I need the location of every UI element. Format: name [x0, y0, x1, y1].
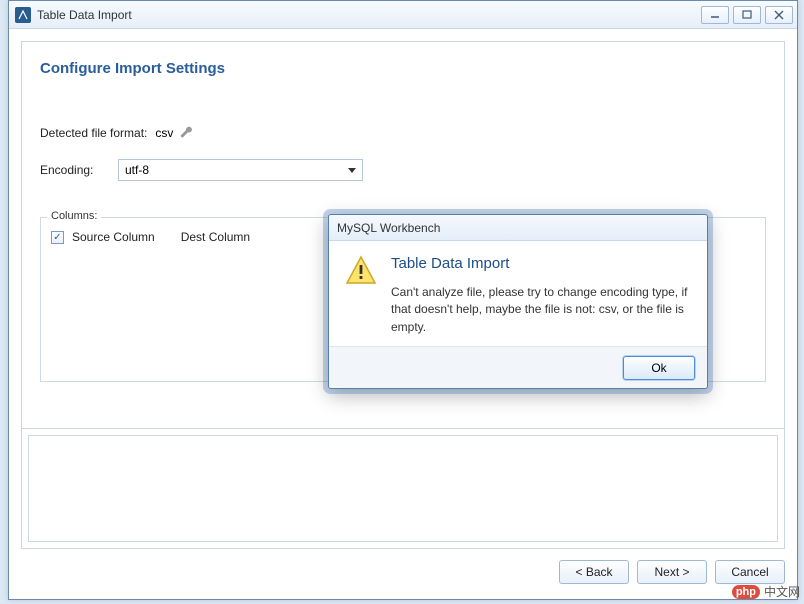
dialog-message: Can't analyze file, please try to change… — [391, 284, 691, 336]
window-title: Table Data Import — [37, 8, 701, 22]
app-icon — [15, 7, 31, 23]
next-button[interactable]: Next > — [637, 560, 707, 584]
encoding-select[interactable]: utf-8 — [118, 159, 363, 181]
maximize-button[interactable] — [733, 6, 761, 24]
encoding-value: utf-8 — [125, 163, 149, 177]
dialog-text: Table Data Import Can't analyze file, pl… — [391, 255, 691, 336]
dialog-title: MySQL Workbench — [337, 221, 440, 235]
watermark: php 中文网 — [732, 583, 800, 600]
back-button[interactable]: < Back — [559, 560, 629, 584]
page-heading: Configure Import Settings — [22, 42, 784, 77]
maximize-icon — [742, 10, 752, 20]
warning-icon — [345, 255, 377, 287]
detected-format-row: Detected file format: csv — [40, 125, 766, 141]
minimize-icon — [710, 10, 720, 20]
preview-panel — [22, 428, 784, 548]
wrench-icon[interactable] — [179, 125, 195, 141]
detected-format-label: Detected file format: — [40, 126, 147, 140]
titlebar: Table Data Import — [9, 1, 797, 29]
close-icon — [774, 10, 784, 20]
error-dialog: MySQL Workbench Table Data Import Can't … — [328, 214, 708, 389]
dialog-body: Table Data Import Can't analyze file, pl… — [329, 241, 707, 346]
settings-section: Detected file format: csv Encoding: utf-… — [22, 77, 784, 217]
dialog-titlebar: MySQL Workbench — [329, 215, 707, 241]
select-all-checkbox[interactable]: ✓ — [51, 231, 64, 244]
encoding-label: Encoding: — [40, 163, 110, 177]
watermark-text: 中文网 — [764, 583, 800, 600]
columns-legend: Columns: — [47, 210, 101, 222]
close-button[interactable] — [765, 6, 793, 24]
watermark-badge: php — [732, 585, 760, 599]
cancel-button[interactable]: Cancel — [715, 560, 785, 584]
ok-button[interactable]: Ok — [623, 356, 695, 380]
detected-format-value: csv — [155, 126, 173, 140]
wizard-footer: < Back Next > Cancel — [21, 555, 785, 589]
dest-column-header: Dest Column — [181, 230, 250, 244]
minimize-button[interactable] — [701, 6, 729, 24]
dialog-footer: Ok — [329, 346, 707, 388]
window-controls — [701, 6, 793, 24]
dialog-heading: Table Data Import — [391, 255, 691, 272]
preview-inner — [28, 435, 778, 542]
encoding-row: Encoding: utf-8 — [40, 159, 766, 181]
source-column-header: Source Column — [72, 230, 155, 244]
